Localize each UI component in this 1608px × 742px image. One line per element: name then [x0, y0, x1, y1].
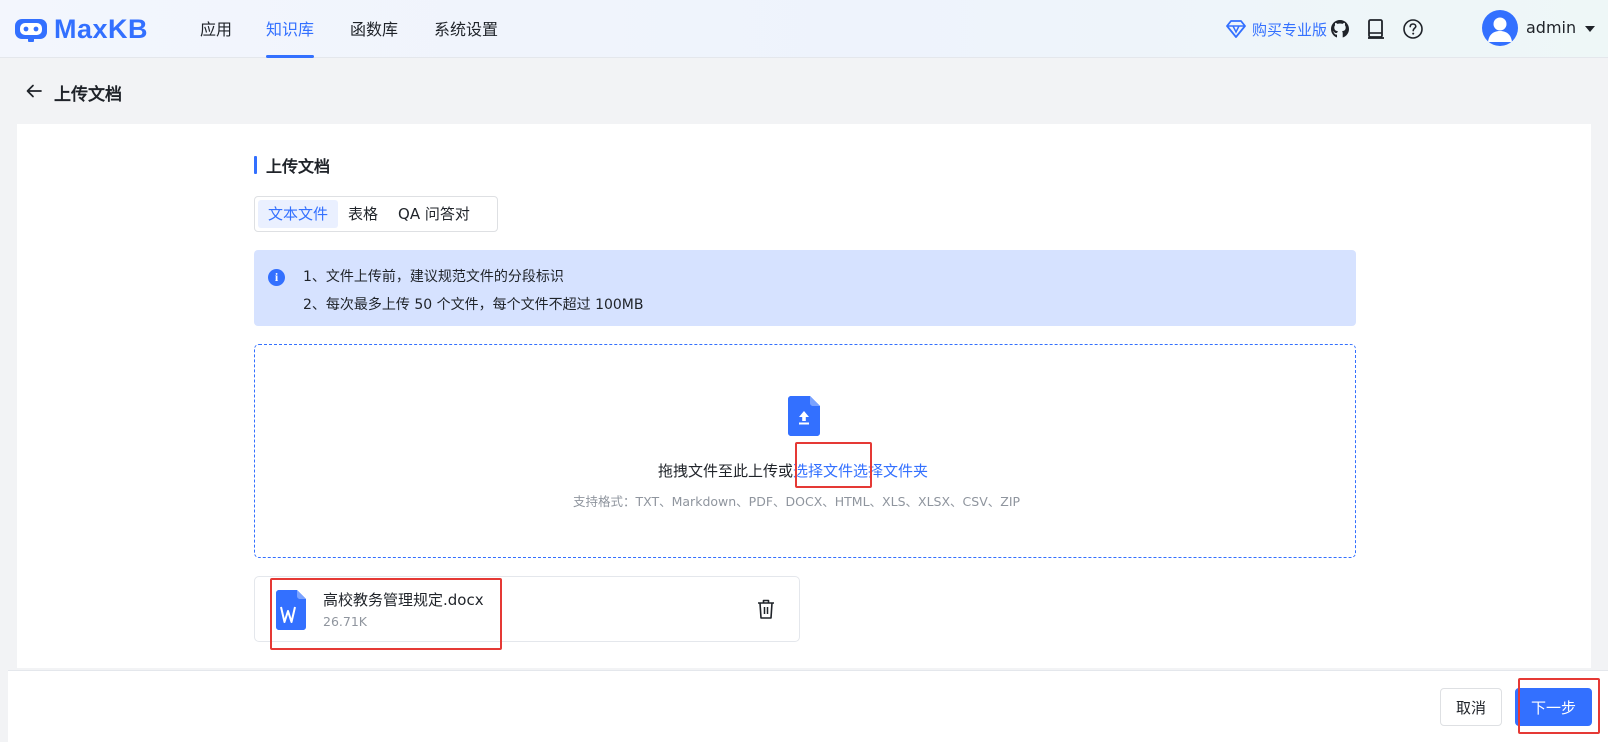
file-name: 高校教务管理规定.docx: [323, 591, 484, 609]
supported-formats: 支持格式：TXT、Markdown、PDF、DOCX、HTML、XLS、XLSX…: [573, 494, 1021, 509]
nav-item-apps[interactable]: 应用: [200, 16, 232, 58]
notice-line-1: 1、文件上传前，建议规范文件的分段标识: [303, 269, 564, 285]
next-step-button[interactable]: 下一步: [1515, 688, 1593, 726]
file-upload-icon: [788, 396, 820, 436]
footer-bar: [8, 670, 1608, 742]
robot-logo-icon: [15, 19, 47, 42]
nav-item-functions[interactable]: 函数库: [350, 16, 398, 58]
dropzone-text: 拖拽文件至此上传或选择文件选择文件夹: [658, 460, 928, 481]
chevron-down-icon[interactable]: [1585, 26, 1595, 32]
tab-qa-pairs[interactable]: QA 问答对: [388, 200, 480, 228]
upload-dropzone[interactable]: [254, 344, 1356, 558]
github-icon[interactable]: [1328, 17, 1352, 41]
delete-icon[interactable]: [756, 598, 776, 620]
buy-pro-label: 购买专业版: [1252, 20, 1328, 39]
info-icon: i: [268, 269, 285, 286]
user-icon: [1488, 17, 1512, 42]
word-file-icon: [276, 590, 306, 630]
page-title: 上传文档: [54, 85, 122, 105]
diamond-icon: [1226, 20, 1246, 38]
nav-item-knowledge[interactable]: 知识库: [266, 16, 315, 58]
document-icon[interactable]: [1364, 17, 1388, 41]
brand-name: MaxKB: [54, 13, 149, 44]
arrow-left-icon[interactable]: [24, 81, 44, 101]
user-name[interactable]: admin: [1526, 18, 1576, 37]
select-file-link[interactable]: 选择文件: [793, 462, 853, 480]
dropzone-prompt: 拖拽文件至此上传或: [658, 462, 794, 480]
top-navbar: MaxKB 应用 知识库 函数库 系统设置 购买专业版 admin: [0, 0, 1608, 58]
help-icon[interactable]: [1401, 17, 1425, 41]
nav-item-settings[interactable]: 系统设置: [434, 16, 498, 58]
file-type-tabs: 文本文件 表格 QA 问答对: [254, 196, 498, 232]
upload-notice: [254, 250, 1356, 326]
buy-pro-link[interactable]: 购买专业版: [1226, 0, 1327, 58]
select-folder-link[interactable]: 选择文件夹: [853, 462, 928, 480]
tab-text-file[interactable]: 文本文件: [258, 200, 339, 228]
avatar[interactable]: [1482, 10, 1518, 46]
notice-line-2: 2、每次最多上传 50 个文件，每个文件不超过 100MB: [303, 297, 644, 313]
cancel-button[interactable]: 取消: [1440, 688, 1503, 726]
tab-table[interactable]: 表格: [338, 200, 388, 228]
file-size: 26.71K: [323, 614, 367, 629]
section-title: 上传文档: [254, 153, 330, 177]
logo[interactable]: MaxKB: [14, 12, 148, 46]
